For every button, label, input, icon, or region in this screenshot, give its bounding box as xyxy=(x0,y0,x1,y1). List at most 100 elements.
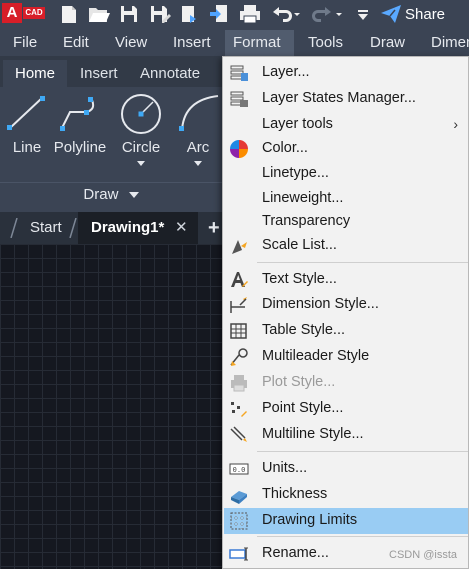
menu-item-layer[interactable]: Layer... xyxy=(224,60,468,86)
menu-item-label: Point Style... xyxy=(262,400,344,416)
polyline-icon xyxy=(60,97,95,131)
menu-bar: File Edit View Insert Format Tools Draw … xyxy=(0,30,469,56)
line-tool-label: Line xyxy=(12,139,42,156)
menu-item-label: Linetype... xyxy=(262,165,329,181)
menu-item-text-style[interactable]: Text Style... xyxy=(224,267,468,293)
close-icon[interactable]: ✕ xyxy=(175,212,188,244)
save-to-web-icon[interactable] xyxy=(208,3,232,25)
menu-item-label: Units... xyxy=(262,460,308,476)
menu-item-layer-states-manager[interactable]: Layer States Manager... xyxy=(224,86,468,112)
units-icon: 0.0 xyxy=(229,463,249,475)
menu-item-units[interactable]: 0.0 Units... xyxy=(224,456,468,482)
menu-item-label: Layer... xyxy=(262,64,310,80)
menu-separator xyxy=(257,262,468,263)
tab-start[interactable]: Start xyxy=(22,212,70,244)
dimension-style-icon xyxy=(230,297,247,313)
arc-dropdown-caret[interactable] xyxy=(194,161,202,166)
format-menu: Layer... Layer States Manager... Layer t… xyxy=(222,56,469,569)
chevron-down-icon xyxy=(128,192,139,199)
share-label: Share xyxy=(405,6,446,23)
menu-item-label: Layer tools xyxy=(262,116,333,132)
logo-text: CAD xyxy=(23,7,45,19)
scale-list-icon xyxy=(232,240,247,254)
chevron-right-icon: › xyxy=(453,116,458,132)
arc-tool-label: Arc xyxy=(186,139,210,156)
menu-item-thickness[interactable]: Thickness xyxy=(224,482,468,508)
menu-file[interactable]: File xyxy=(5,30,45,56)
circle-icon xyxy=(121,94,161,134)
tab-drawing1[interactable]: Drawing1* ✕ xyxy=(78,212,198,244)
quick-access-toolbar: A CAD Share xyxy=(0,0,469,30)
line-tool[interactable]: Line xyxy=(2,87,52,182)
menu-dimension[interactable]: Dimen xyxy=(423,30,469,56)
table-style-icon xyxy=(230,323,247,339)
menu-item-label: Transparency xyxy=(262,213,351,229)
circle-dropdown-caret[interactable] xyxy=(137,161,145,166)
menu-view[interactable]: View xyxy=(107,30,155,56)
save-icon[interactable] xyxy=(118,3,142,25)
menu-item-label: Text Style... xyxy=(262,271,337,287)
menu-item-drawing-limits[interactable]: Drawing Limits xyxy=(224,508,468,534)
layer-states-icon xyxy=(230,91,248,107)
menu-item-transparency[interactable]: Transparency xyxy=(224,209,468,235)
arc-tool[interactable]: Arc xyxy=(176,87,220,182)
menu-item-multiline-style[interactable]: Multiline Style... xyxy=(224,422,468,448)
tab-home[interactable]: Home xyxy=(3,60,68,87)
menu-item-label: Multiline Style... xyxy=(262,426,364,442)
redo-icon[interactable] xyxy=(312,3,342,25)
rename-icon xyxy=(229,547,248,561)
point-style-icon xyxy=(231,402,247,417)
menu-item-label: Plot Style... xyxy=(262,374,336,390)
menu-item-label: Color... xyxy=(262,140,308,156)
circle-tool[interactable]: Circle xyxy=(115,87,167,182)
menu-format[interactable]: Format xyxy=(225,30,294,56)
menu-draw[interactable]: Draw xyxy=(362,30,413,56)
menu-item-layer-tools[interactable]: Layer tools › xyxy=(224,112,468,138)
menu-item-multileader-style[interactable]: Multileader Style xyxy=(224,344,468,370)
tab-drawing1-label: Drawing1* xyxy=(91,219,165,236)
layer-icon xyxy=(230,65,248,81)
customize-icon[interactable] xyxy=(355,3,379,25)
color-wheel-icon xyxy=(230,140,248,158)
thickness-icon xyxy=(231,491,247,504)
watermark: CSDN @issta xyxy=(389,549,458,561)
menu-item-label: Dimension Style... xyxy=(262,296,379,312)
tab-annotate[interactable]: Annotate xyxy=(128,60,212,87)
save-as-icon[interactable] xyxy=(148,3,172,25)
circle-tool-label: Circle xyxy=(121,139,161,156)
menu-insert[interactable]: Insert xyxy=(165,30,219,56)
print-icon[interactable] xyxy=(238,3,262,25)
menu-edit[interactable]: Edit xyxy=(55,30,97,56)
draw-panel-title[interactable]: Draw xyxy=(0,183,222,207)
menu-item-label: Rename... xyxy=(262,545,329,561)
menu-item-label: Scale List... xyxy=(262,237,337,253)
new-file-icon[interactable] xyxy=(58,3,82,25)
share-icon xyxy=(381,5,401,23)
text-style-icon xyxy=(231,272,248,287)
undo-icon[interactable] xyxy=(270,3,300,25)
line-icon xyxy=(7,96,45,130)
menu-item-plot-style: Plot Style... xyxy=(224,370,468,396)
menu-item-linetype[interactable]: Linetype... xyxy=(224,161,468,187)
menu-tools[interactable]: Tools xyxy=(300,30,351,56)
menu-separator xyxy=(257,536,468,537)
open-folder-icon[interactable] xyxy=(87,3,111,25)
plot-style-icon xyxy=(231,375,247,392)
menu-item-dimension-style[interactable]: Dimension Style... xyxy=(224,292,468,318)
multileader-style-icon xyxy=(230,348,248,366)
polyline-tool[interactable]: Polyline xyxy=(52,87,108,182)
open-from-web-icon[interactable] xyxy=(178,3,202,25)
app-logo[interactable]: A CAD xyxy=(2,3,46,23)
menu-item-label: Thickness xyxy=(262,486,328,502)
menu-item-point-style[interactable]: Point Style... xyxy=(224,396,468,422)
add-tab-button[interactable]: + xyxy=(208,212,220,244)
menu-item-color[interactable]: Color... xyxy=(224,136,468,162)
menu-item-scale-list[interactable]: Scale List... xyxy=(224,233,468,259)
tab-insert[interactable]: Insert xyxy=(68,60,130,87)
menu-item-table-style[interactable]: Table Style... xyxy=(224,318,468,344)
tab-separator xyxy=(10,218,18,238)
menu-item-label: Layer States Manager... xyxy=(262,90,416,106)
menu-item-label: Lineweight... xyxy=(262,190,344,206)
drawing-limits-icon xyxy=(230,512,248,530)
menu-item-label: Drawing Limits xyxy=(262,512,358,528)
